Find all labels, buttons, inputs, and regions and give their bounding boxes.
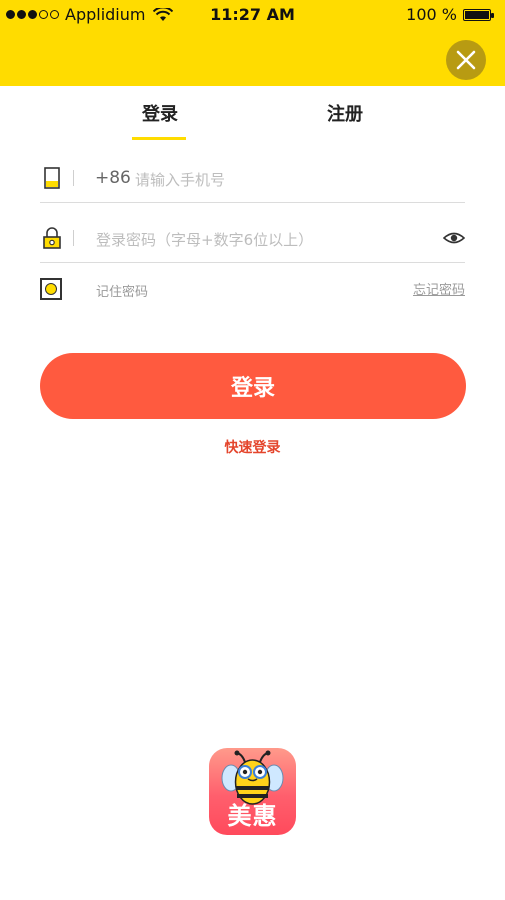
remember-row: 记住密码 忘记密码 <box>40 276 465 306</box>
country-code[interactable]: +86 <box>95 168 131 188</box>
phone-icon <box>44 167 60 189</box>
status-bar: Applidium 11:27 AM 100 % <box>0 0 505 28</box>
battery-percent: 100 % <box>406 5 457 24</box>
password-row <box>40 218 465 263</box>
close-button[interactable] <box>446 40 486 80</box>
login-button[interactable]: 登录 <box>40 353 466 419</box>
phone-input[interactable] <box>133 166 437 194</box>
app-brand-text: 美惠 <box>227 802 278 830</box>
active-tab-indicator <box>132 137 186 140</box>
tab-register[interactable]: 注册 <box>300 100 390 130</box>
quick-login-link[interactable]: 快速登录 <box>0 437 505 457</box>
eye-icon[interactable] <box>443 230 465 246</box>
password-input[interactable] <box>94 226 448 254</box>
password-separator <box>73 230 74 246</box>
close-icon <box>456 50 476 70</box>
remember-label[interactable]: 记住密码 <box>96 281 148 300</box>
phone-row: +86 <box>40 158 465 203</box>
battery-icon <box>463 8 494 21</box>
status-right: 100 % <box>406 5 494 24</box>
checkbox-dot-icon <box>45 283 57 295</box>
forgot-password-link[interactable]: 忘记密码 <box>413 279 465 298</box>
app-logo: 美惠 <box>209 748 296 835</box>
lock-icon <box>43 227 61 249</box>
remember-checkbox[interactable] <box>40 278 62 300</box>
phone-separator <box>73 170 74 186</box>
tab-login[interactable]: 登录 <box>115 100 205 130</box>
